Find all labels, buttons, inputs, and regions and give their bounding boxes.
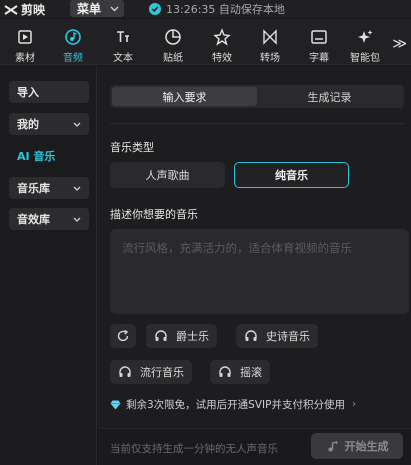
- divider: [110, 123, 404, 124]
- tab-caption[interactable]: 字幕: [294, 19, 344, 65]
- sidebar-item-sfx-library[interactable]: 音效库: [9, 208, 89, 230]
- autosave-status: 13:26:35 自动保存本地: [149, 0, 285, 17]
- music-type-label: 音乐类型: [110, 141, 154, 154]
- sticker-icon: [165, 29, 181, 45]
- refresh-icon: [117, 329, 129, 342]
- quota-notice[interactable]: 剩余3次限免，试用后开通SVIP并支付积分使用 ›: [110, 397, 356, 412]
- tab-input-requirements[interactable]: 输入要求: [112, 87, 257, 106]
- chevron-right-icon: ›: [351, 399, 356, 410]
- generate-label: 开始生成: [344, 440, 389, 453]
- audio-sidebar: 导入 我的 AI 音乐 音乐库 音效库: [0, 66, 97, 465]
- tab-text[interactable]: 文本: [98, 19, 148, 65]
- chip-jazz[interactable]: 爵士乐: [146, 324, 217, 348]
- chip-label: 流行音乐: [140, 366, 184, 379]
- chip-pop[interactable]: 流行音乐: [110, 360, 192, 384]
- ai-music-panel: 输入要求 生成记录 音乐类型 人声歌曲 纯音乐 描述你想要的音乐 流行风格，充满…: [98, 66, 411, 465]
- tab-label: 特效: [212, 53, 232, 64]
- chip-label: 史诗音乐: [266, 330, 310, 343]
- tab-label: 音频: [63, 53, 83, 64]
- main-toolbar: 素材 音频 文本 贴纸 特效 转场 字幕 智能包 ≫: [0, 19, 411, 65]
- text-icon: [117, 31, 129, 42]
- chevron-down-icon: [73, 186, 81, 191]
- effects-icon: [213, 28, 231, 46]
- headphones-icon: [219, 366, 231, 377]
- audio-icon: [65, 29, 81, 45]
- footer-hint: 当前仅支持生成一分钟的无人声音乐: [110, 443, 278, 455]
- app-name: 剪映: [21, 3, 46, 17]
- tab-label: 文本: [113, 53, 133, 64]
- check-icon: [149, 2, 161, 15]
- tab-label: 贴纸: [163, 53, 183, 64]
- tab-effects[interactable]: 特效: [197, 19, 247, 65]
- quota-text: 剩余3次限免，试用后开通SVIP并支付积分使用: [126, 399, 345, 411]
- menu-label: 菜单: [77, 2, 102, 16]
- capcut-logo-icon: [4, 4, 18, 15]
- autosave-text: 13:26:35 自动保存本地: [166, 2, 285, 16]
- panel-tabs: 输入要求 生成记录: [110, 85, 404, 108]
- panel-footer: 当前仅支持生成一分钟的无人声音乐 开始生成: [98, 428, 411, 465]
- title-bar: 剪映 菜单 13:26:35 自动保存本地: [0, 0, 411, 18]
- refresh-button[interactable]: [110, 324, 136, 348]
- app-logo: 剪映: [4, 1, 45, 18]
- tab-label: 转场: [260, 53, 280, 64]
- chip-label: 爵士乐: [176, 330, 209, 343]
- describe-label: 描述你想要的音乐: [110, 208, 198, 221]
- sidebar-item-label: 导入: [17, 86, 39, 99]
- tab-label: 智能包: [350, 53, 380, 64]
- diamond-icon: [110, 400, 121, 409]
- tab-media[interactable]: 素材: [0, 19, 50, 65]
- tab-sticker[interactable]: 贴纸: [148, 19, 198, 65]
- sidebar-item-label: 音乐库: [17, 182, 50, 195]
- chevron-down-icon: [110, 6, 119, 11]
- menu-button[interactable]: 菜单: [70, 0, 124, 17]
- tab-label: 字幕: [309, 53, 329, 64]
- chevron-down-icon: [73, 217, 81, 222]
- sidebar-item-label: 音效库: [17, 213, 50, 226]
- sidebar-item-ai-music[interactable]: AI 音乐: [9, 145, 89, 167]
- tab-generation-history[interactable]: 生成记录: [257, 87, 402, 106]
- chip-label: 摇滚: [240, 366, 262, 379]
- media-icon: [18, 30, 32, 44]
- tab-audio[interactable]: 音频: [48, 19, 98, 65]
- transition-icon: [263, 29, 277, 45]
- sidebar-item-music-library[interactable]: 音乐库: [9, 177, 89, 199]
- chevron-down-icon: [73, 122, 81, 127]
- tab-transition[interactable]: 转场: [245, 19, 295, 65]
- caption-icon: [311, 30, 327, 44]
- headphones-icon: [245, 330, 257, 341]
- sidebar-item-mine[interactable]: 我的: [9, 113, 89, 135]
- smart-icon: [358, 30, 373, 43]
- instrumental-button[interactable]: 纯音乐: [234, 162, 349, 188]
- sidebar-item-label: AI 音乐: [17, 150, 56, 163]
- tab-label: 素材: [15, 53, 35, 64]
- sidebar-item-label: 我的: [17, 118, 39, 131]
- headphones-icon: [119, 366, 131, 377]
- chip-rock[interactable]: 摇滚: [210, 360, 270, 384]
- more-tabs-button[interactable]: ≫: [392, 36, 407, 52]
- start-generation-button[interactable]: 开始生成: [311, 433, 403, 459]
- tab-smart[interactable]: 智能包: [340, 19, 390, 65]
- music-sparkle-icon: [328, 440, 337, 451]
- chip-epic[interactable]: 史诗音乐: [236, 324, 318, 348]
- sidebar-item-import[interactable]: 导入: [9, 81, 89, 103]
- headphones-icon: [155, 330, 167, 341]
- music-prompt-input[interactable]: 流行风格，充满活力的，适合体育视频的音乐: [110, 229, 409, 314]
- vocal-song-button[interactable]: 人声歌曲: [110, 162, 225, 188]
